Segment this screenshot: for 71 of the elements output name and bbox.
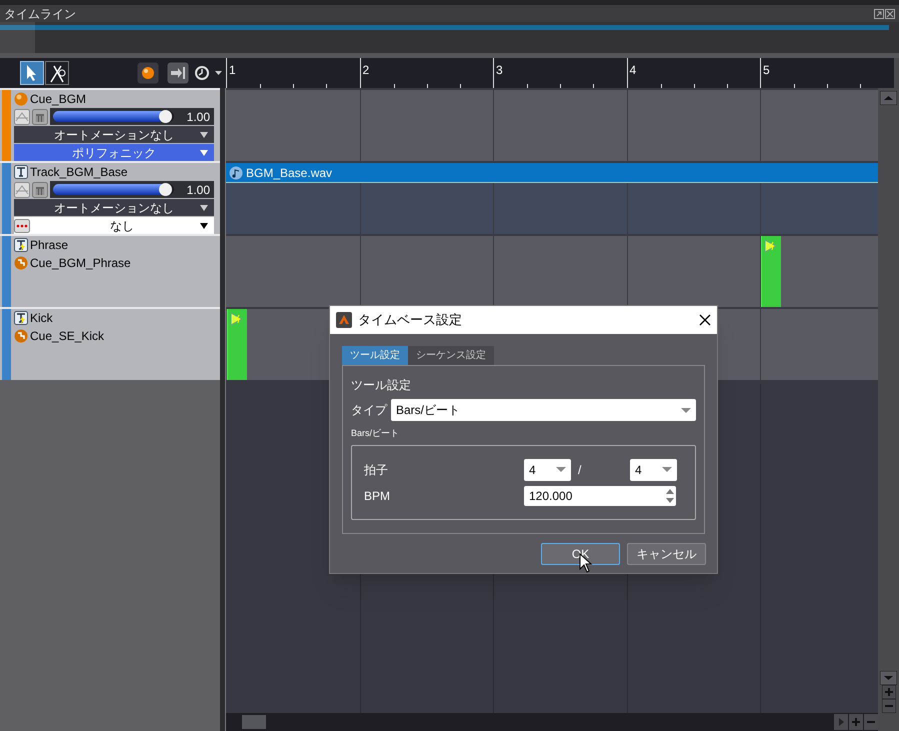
- track-icon: [14, 165, 28, 179]
- cue-ball-icon: [14, 92, 28, 106]
- zoom-out-icon[interactable]: [864, 714, 878, 730]
- bar-number: 5: [763, 62, 770, 79]
- section-heading: ツール設定: [351, 377, 412, 394]
- meter-icon[interactable]: [32, 182, 48, 198]
- close-icon[interactable]: [699, 314, 711, 326]
- trigger-track-icon: [14, 311, 28, 325]
- field-label: タイプ: [351, 402, 387, 419]
- automation-dropdown[interactable]: オートメーションなし: [14, 199, 214, 216]
- trigger-icon: [229, 311, 245, 327]
- trigger-track-icon: [14, 238, 28, 252]
- group-label: Bars/ビート: [351, 427, 400, 440]
- value-dropdown[interactable]: 4: [630, 458, 677, 480]
- record-icon[interactable]: [137, 62, 159, 84]
- bar-number: 3: [496, 62, 503, 79]
- scroll-thumb[interactable]: [242, 715, 266, 729]
- trigger-event[interactable]: [227, 309, 247, 380]
- cut-tool-button[interactable]: [45, 61, 69, 85]
- value-dropdown[interactable]: 4: [524, 458, 571, 480]
- curve-icon[interactable]: [14, 182, 30, 198]
- select-tool-button[interactable]: [20, 61, 44, 85]
- type-dropdown[interactable]: Bars/ビート: [391, 399, 696, 421]
- scroll-right-icon[interactable]: [834, 714, 848, 730]
- meter-icon[interactable]: [32, 108, 48, 124]
- volume-value: 1.00: [186, 182, 210, 198]
- dots-icon: [14, 218, 30, 232]
- jump-end-icon[interactable]: [167, 62, 189, 84]
- field-label: 拍子: [364, 462, 389, 478]
- track-name: Phrase: [30, 237, 68, 254]
- zoom-in-icon[interactable]: [849, 714, 863, 730]
- cue-name: Cue_SE_Kick: [30, 328, 104, 344]
- clock-dropdown-icon[interactable]: [195, 65, 223, 81]
- mode-dropdown[interactable]: なし: [14, 217, 214, 234]
- track-name: Kick: [30, 310, 53, 327]
- volume-value: 1.00: [186, 108, 210, 126]
- undock-icon[interactable]: [874, 8, 884, 18]
- scroll-up-icon[interactable]: [880, 91, 897, 105]
- tab[interactable]: ツール設定: [342, 346, 408, 365]
- horizontal-scrollbar[interactable]: [226, 713, 878, 731]
- note-icon: [229, 166, 243, 180]
- cue-name: Cue_BGM_Phrase: [30, 254, 131, 272]
- cue-link-icon: [14, 328, 28, 342]
- tab[interactable]: シーケンス設定: [408, 346, 494, 365]
- dialog-button[interactable]: キャンセル: [627, 543, 706, 565]
- zoom-out-icon[interactable]: [882, 699, 896, 713]
- app-logo-icon: [336, 312, 352, 328]
- trigger-icon: [763, 238, 779, 254]
- trigger-event[interactable]: [761, 236, 781, 307]
- mode-dropdown[interactable]: ポリフォニック: [14, 144, 214, 161]
- separator-text: /: [578, 462, 582, 478]
- bar-number: 2: [362, 62, 370, 79]
- spin-arrows-icon[interactable]: [664, 486, 676, 504]
- automation-dropdown[interactable]: オートメーションなし: [14, 126, 214, 143]
- scroll-down-icon[interactable]: [880, 671, 897, 685]
- bar-number: 1: [229, 62, 236, 79]
- track-name: Track_BGM_Base: [30, 164, 128, 181]
- audio-clip[interactable]: BGM_Base.wav: [226, 163, 878, 183]
- track-name: Cue_BGM: [30, 91, 86, 108]
- dialog-title: タイムベース設定: [358, 311, 463, 330]
- volume-slider[interactable]: [53, 184, 174, 195]
- panel-title: タイムライン: [4, 6, 76, 22]
- field-label: BPM: [364, 488, 392, 504]
- volume-slider[interactable]: [53, 111, 174, 122]
- vertical-scrollbar[interactable]: [878, 88, 899, 731]
- overview-strip[interactable]: [0, 22, 899, 53]
- curve-icon[interactable]: [14, 108, 30, 124]
- zoom-in-icon[interactable]: [882, 685, 896, 699]
- cue-link-icon: [14, 256, 28, 270]
- bar-number: 4: [630, 62, 636, 79]
- bpm-spinbox[interactable]: 120.000: [524, 486, 676, 506]
